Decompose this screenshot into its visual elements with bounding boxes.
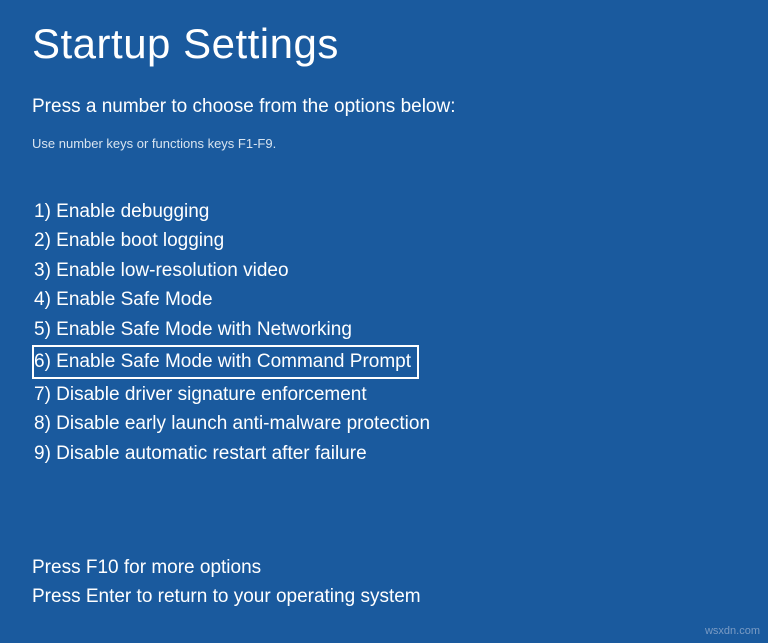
- option-9[interactable]: 9) Disable automatic restart after failu…: [32, 439, 736, 468]
- option-8[interactable]: 8) Disable early launch anti-malware pro…: [32, 409, 736, 438]
- instruction-text: Press a number to choose from the option…: [32, 96, 736, 118]
- page-title: Startup Settings: [32, 20, 736, 68]
- option-7[interactable]: 7) Disable driver signature enforcement: [32, 380, 736, 409]
- hint-text: Use number keys or functions keys F1-F9.: [32, 136, 736, 151]
- footer-section: Press F10 for more options Press Enter t…: [32, 554, 421, 611]
- option-5[interactable]: 5) Enable Safe Mode with Networking: [32, 315, 736, 344]
- option-6[interactable]: 6) Enable Safe Mode with Command Prompt: [32, 345, 419, 378]
- footer-return: Press Enter to return to your operating …: [32, 583, 421, 612]
- option-1[interactable]: 1) Enable debugging: [32, 197, 736, 226]
- options-list: 1) Enable debugging2) Enable boot loggin…: [32, 197, 736, 468]
- option-4[interactable]: 4) Enable Safe Mode: [32, 285, 736, 314]
- option-2[interactable]: 2) Enable boot logging: [32, 226, 736, 255]
- footer-more-options: Press F10 for more options: [32, 554, 421, 583]
- watermark-text: wsxdn.com: [705, 625, 760, 637]
- option-3[interactable]: 3) Enable low-resolution video: [32, 256, 736, 285]
